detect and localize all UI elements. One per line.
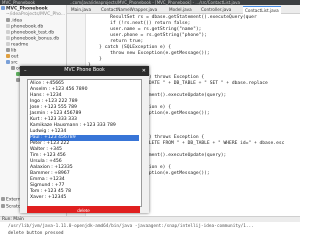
run-console[interactable]: /usr/lib/jvm/java-1.11.0-openjdk-amd64/b… [0, 222, 300, 246]
folder-icon [6, 54, 10, 58]
package-icon [11, 66, 15, 70]
contact-list[interactable]: Alice : +45665 Anselm : +123 456 7890 Ha… [27, 79, 142, 207]
folder-icon [6, 48, 10, 52]
list-scrollbar[interactable] [141, 80, 142, 206]
file-icon [6, 30, 10, 34]
console-line: delete button pressed [8, 231, 64, 236]
scratch-icon [1, 204, 5, 208]
tab-main[interactable]: Main.java [69, 6, 93, 13]
phonebook-window: – MVC Phone Book ✕ Alice : +45665 Anselm… [20, 66, 149, 213]
folder-icon [1, 6, 5, 10]
tab-model[interactable]: Model.java [167, 6, 194, 13]
folder-icon [6, 18, 10, 22]
console-line: /usr/lib/jvm/java-1.11.0-openjdk-amd64/b… [8, 224, 254, 229]
library-icon [1, 197, 5, 201]
close-icon[interactable]: ✕ [142, 66, 146, 76]
code-line: throw new Exception(e.getMessage()); [88, 51, 210, 56]
folder-icon [6, 60, 10, 64]
tab-controller[interactable]: Controller.java [199, 6, 233, 13]
editor-tabs: Main.java ContactNameWrapper.java Model.… [67, 5, 300, 14]
tab-contact-list[interactable]: ContactList.java [243, 6, 281, 14]
minimize-icon[interactable]: – [24, 66, 27, 76]
file-icon [6, 42, 10, 46]
delete-button[interactable]: delete [27, 206, 140, 213]
file-icon [6, 24, 10, 28]
file-icon [6, 36, 10, 40]
window-titlebar: – MVC Phone Book ✕ [20, 66, 149, 76]
list-item[interactable]: Xaver : +12345 [30, 195, 139, 201]
tab-contact-name-wrapper[interactable]: ContactNameWrapper.java [99, 6, 159, 13]
window-title: MVC Phone Book [64, 68, 105, 73]
